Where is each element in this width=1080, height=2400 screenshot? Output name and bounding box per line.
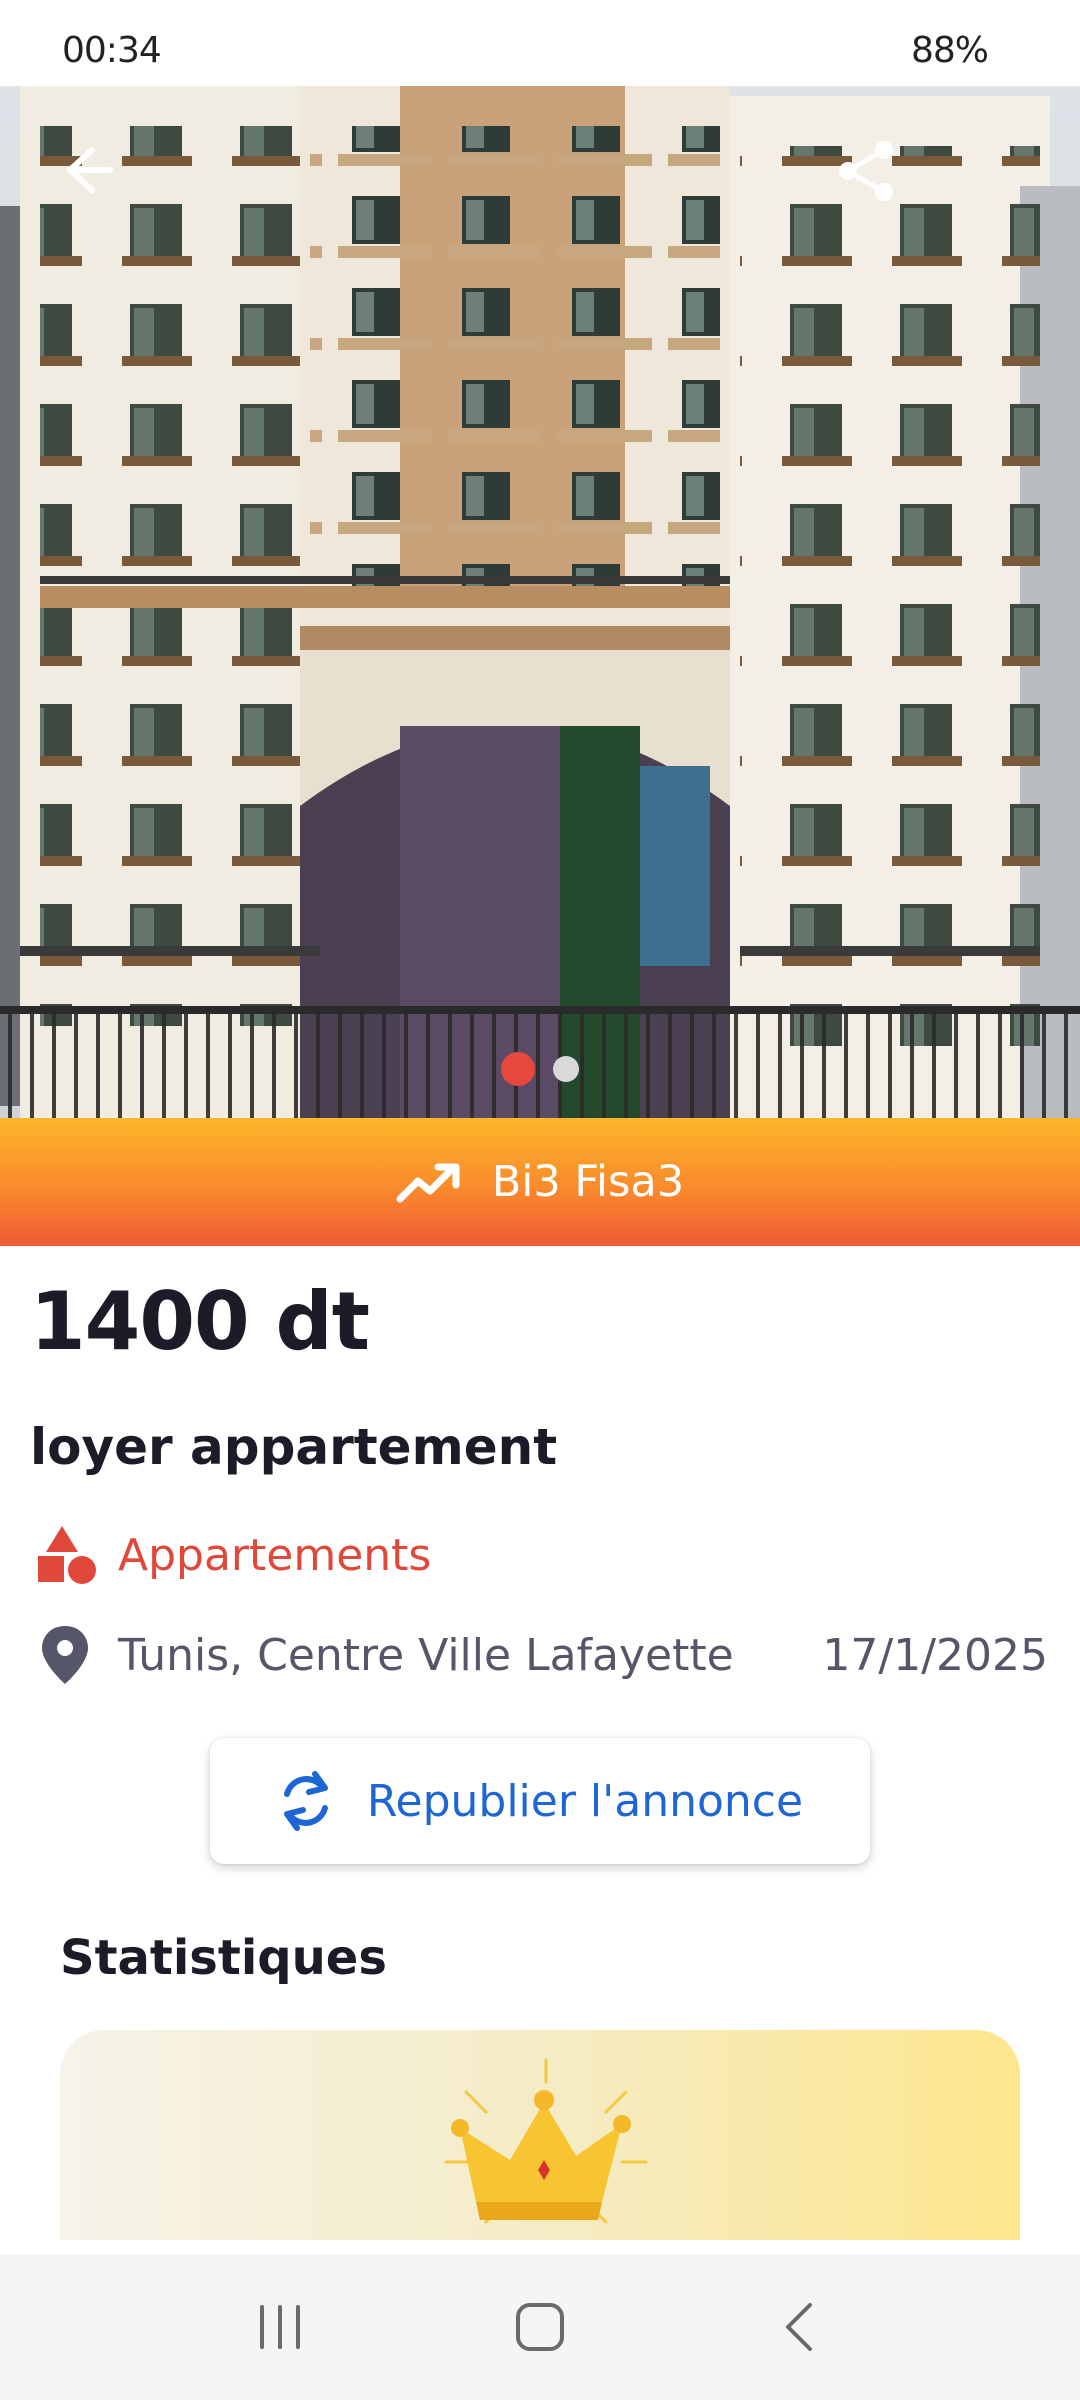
status-bar: 00:34 88%: [0, 0, 1080, 86]
home-button[interactable]: [495, 2282, 585, 2372]
battery-level: 88%: [910, 30, 989, 71]
promo-banner[interactable]: Bi3 Fisa3: [0, 1118, 1080, 1246]
listing-category[interactable]: Appartements: [36, 1520, 431, 1590]
share-icon[interactable]: [832, 136, 902, 206]
stats-premium-card[interactable]: [60, 2030, 1020, 2240]
refresh-icon: [283, 1771, 328, 1831]
back-icon: [786, 2303, 812, 2351]
listing-photo-gallery[interactable]: [0, 86, 1080, 1118]
gallery-pagination: [0, 1052, 1080, 1086]
system-nav-bar: [0, 2254, 1080, 2400]
promo-label: Bi3 Fisa3: [491, 1157, 685, 1207]
recent-apps-button[interactable]: [235, 2282, 325, 2372]
gallery-dot-1[interactable]: [501, 1052, 535, 1086]
crown-icon: [444, 2058, 648, 2224]
back-button[interactable]: [755, 2282, 845, 2372]
listing-price: 1400 dt: [30, 1275, 370, 1368]
category-shapes-icon: [38, 1526, 96, 1584]
stats-heading: Statistiques: [60, 1930, 387, 1986]
location-pin-icon: [42, 1626, 88, 1684]
listing-title: loyer appartement: [30, 1418, 558, 1476]
trending-up-icon: [396, 1163, 460, 1203]
listing-location-row: Tunis, Centre Ville Lafayette 17/1/2025: [38, 1620, 1048, 1690]
status-time: 00:34: [62, 30, 162, 71]
location-label: Tunis, Centre Ville Lafayette: [118, 1629, 734, 1681]
listing-photo: [0, 86, 1080, 1118]
republish-button[interactable]: Republier l'annonce: [210, 1738, 870, 1864]
republish-label: Republier l'annonce: [366, 1775, 804, 1827]
recent-apps-icon: [260, 2305, 300, 2349]
gallery-dot-2[interactable]: [553, 1056, 579, 1082]
listing-date: 17/1/2025: [822, 1629, 1048, 1681]
home-icon: [516, 2303, 564, 2351]
back-arrow-icon[interactable]: [52, 138, 116, 202]
category-label: Appartements: [118, 1529, 432, 1581]
